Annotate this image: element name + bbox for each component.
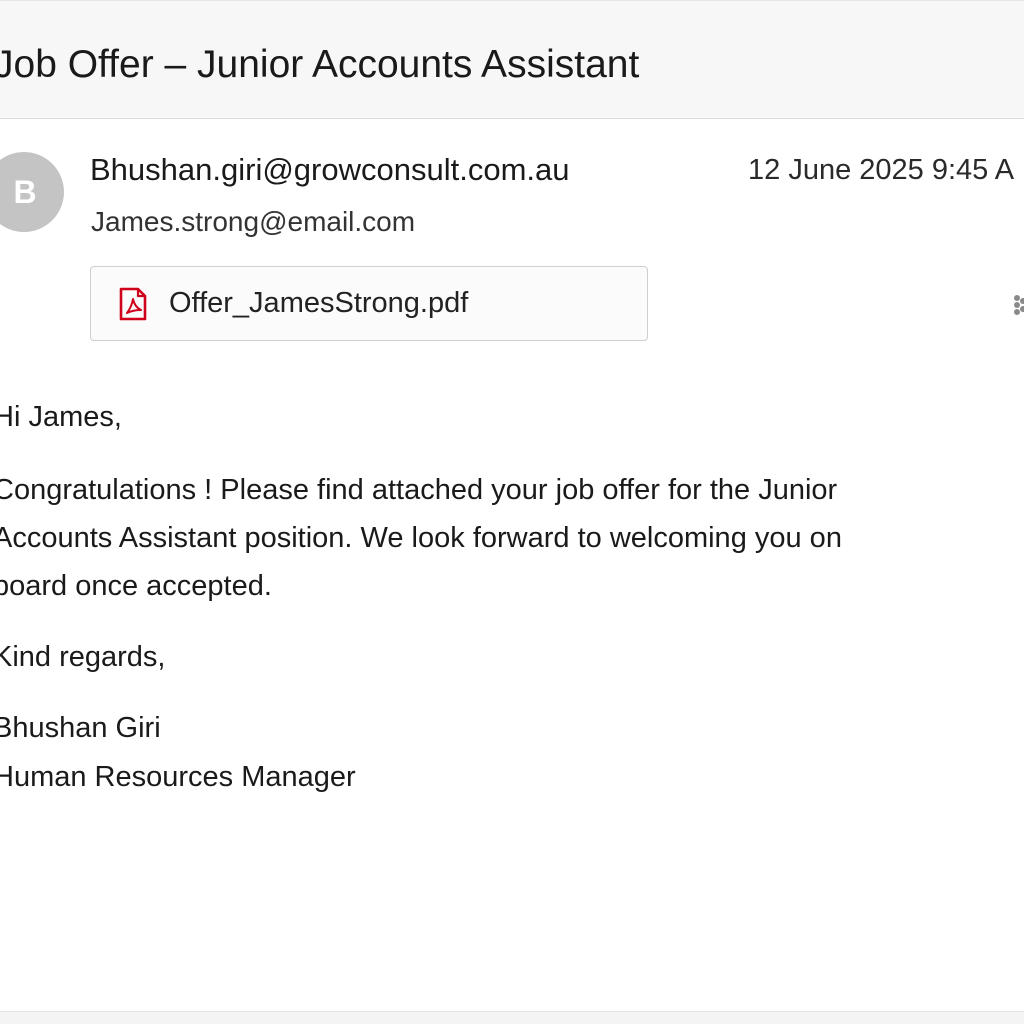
attachment-filename: Offer_JamesStrong.pdf [169, 287, 469, 319]
subject-header: Job Offer – Junior Accounts Assistant [0, 0, 1024, 119]
signature-title: Human Resources Manager [0, 761, 356, 793]
email-view: Job Offer – Junior Accounts Assistant B … [0, 0, 1024, 1024]
email-timestamp: 12 June 2025 9:45 A [748, 154, 1015, 186]
body-line: Congratulations ! Please find attached y… [0, 474, 838, 506]
email-subject: Job Offer – Junior Accounts Assistant [0, 43, 640, 86]
body-signoff: Kind regards, [0, 641, 166, 673]
body-line: Accounts Assistant position. We look for… [0, 522, 842, 554]
footer-divider [0, 1011, 1024, 1024]
avatar-initial: B [13, 173, 37, 210]
body-line: board once accepted. [0, 570, 272, 602]
sender-avatar[interactable]: B [0, 152, 64, 232]
recipient-address[interactable]: James.strong@email.com [91, 205, 415, 239]
body-greeting: Hi James, [0, 401, 122, 433]
signature-name: Bhushan Giri [0, 712, 161, 744]
more-options-icon[interactable] [1006, 290, 1024, 320]
attachment-chip[interactable]: Offer_JamesStrong.pdf [90, 266, 648, 341]
pdf-icon [119, 287, 147, 321]
sender-address[interactable]: Bhushan.giri@growconsult.com.au [90, 152, 570, 188]
